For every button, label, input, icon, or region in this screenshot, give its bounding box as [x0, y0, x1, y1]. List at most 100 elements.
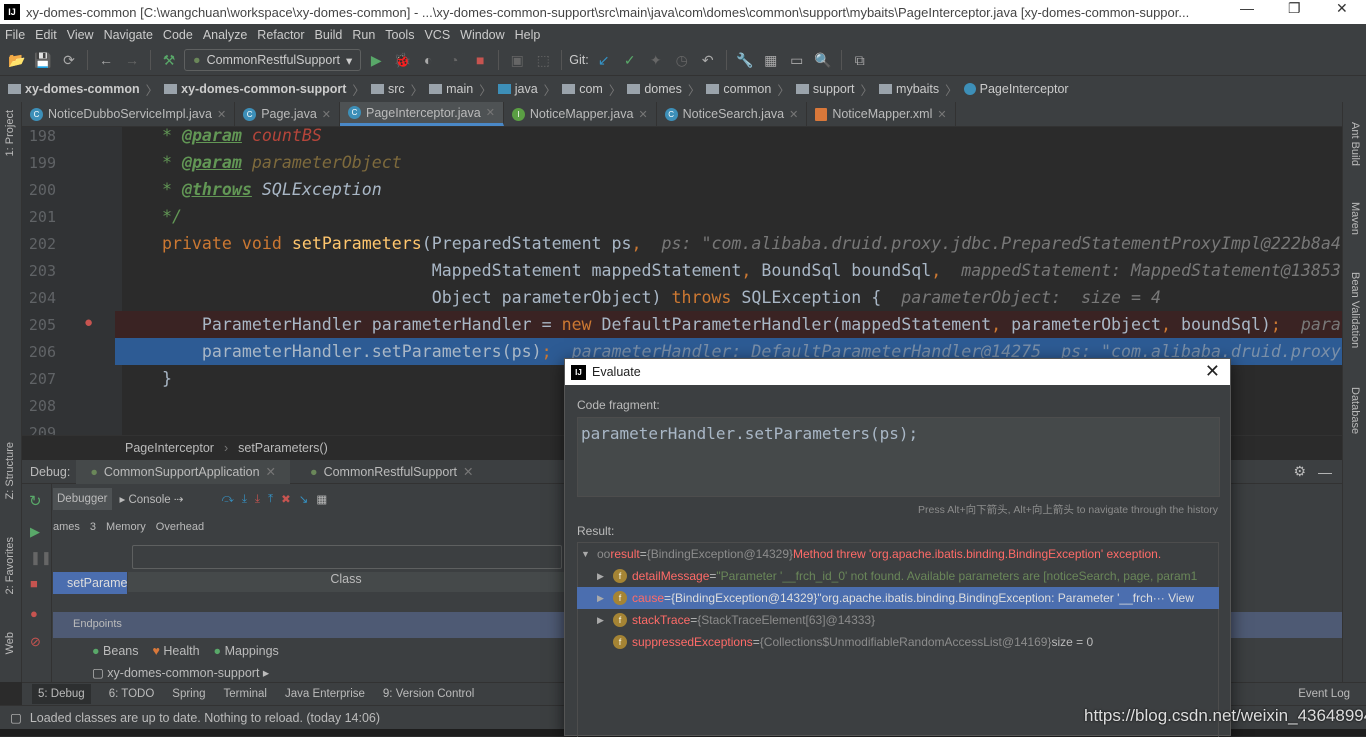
tab-page-java[interactable]: C Page.java ✕: [235, 102, 341, 126]
git-commit-icon[interactable]: ✓: [619, 49, 641, 71]
code-line[interactable]: Object parameterObject) throws SQLExcept…: [122, 284, 1342, 311]
debug-session-tab[interactable]: ● CommonSupportApplication ✕: [76, 459, 290, 484]
tool-spring[interactable]: Spring: [172, 688, 205, 700]
tab-noticesearch-java[interactable]: C NoticeSearch.java ✕: [657, 102, 808, 126]
class-column-header[interactable]: Class: [128, 572, 564, 592]
debug-icon[interactable]: 🐞: [391, 49, 413, 71]
menu-run[interactable]: Run: [347, 28, 380, 42]
evaluate-icon[interactable]: ▦: [316, 492, 327, 506]
step-into-icon[interactable]: ⤓: [242, 493, 247, 506]
coverage-icon[interactable]: ◐: [417, 49, 439, 71]
attach-icon[interactable]: ▣: [506, 49, 528, 71]
tool-todo[interactable]: 6: TODO: [109, 688, 155, 700]
run-icon[interactable]: ▶: [365, 49, 387, 71]
stop-icon[interactable]: ■: [469, 49, 491, 71]
tool-favorites[interactable]: 2: Favorites: [4, 537, 16, 594]
stop-icon[interactable]: ■: [30, 576, 38, 591]
breadcrumb-item[interactable]: mybaits: [879, 82, 939, 96]
tool-bean-validation[interactable]: Bean Validation: [1349, 272, 1361, 348]
tab-pageinterceptor-java[interactable]: C PageInterceptor.java ✕: [340, 102, 504, 126]
menu-navigate[interactable]: Navigate: [99, 28, 158, 42]
forward-icon[interactable]: →: [121, 49, 143, 71]
result-row[interactable]: ▶ f detailMessage = "Parameter '__frch_id_…: [577, 565, 1219, 587]
tab-memory[interactable]: Memory: [106, 521, 146, 533]
collapsed-arrow-icon[interactable]: ▶: [597, 571, 613, 582]
result-row[interactable]: ▼ oo result = {BindingException@14329} Me…: [577, 543, 1219, 565]
revert-icon[interactable]: ↶: [697, 49, 719, 71]
menu-analyze[interactable]: Analyze: [198, 28, 252, 42]
git-push-icon[interactable]: ✦: [645, 49, 667, 71]
history-icon[interactable]: ◷: [671, 49, 693, 71]
crumb-class[interactable]: PageInterceptor: [125, 441, 214, 455]
pause-icon[interactable]: ❚❚: [30, 550, 52, 566]
view-breakpoints-icon[interactable]: ●: [30, 606, 38, 621]
breadcrumb-item[interactable]: PageInterceptor: [963, 82, 1069, 96]
breadcrumb-item[interactable]: xy-domes-common-support: [164, 82, 346, 96]
breakpoint-icon[interactable]: ●: [84, 314, 93, 331]
tab-overhead[interactable]: Overhead: [156, 521, 204, 533]
project-structure-icon[interactable]: ▦: [760, 49, 782, 71]
back-icon[interactable]: ←: [95, 49, 117, 71]
tool-project[interactable]: 1: Project: [4, 110, 16, 156]
force-step-into-icon[interactable]: ⤓: [255, 493, 260, 506]
gear-icon[interactable]: ⚙: [1293, 463, 1306, 480]
close-icon[interactable]: ✕: [1205, 361, 1220, 382]
crumb-method[interactable]: setParameters(): [238, 441, 328, 455]
tab-debugger[interactable]: Debugger: [53, 488, 112, 510]
tool-debug[interactable]: 5: Debug: [32, 684, 91, 704]
profile-icon[interactable]: ◔: [443, 49, 465, 71]
sync-icon[interactable]: ⟳: [58, 49, 80, 71]
code-line[interactable]: * @param parameterObject: [122, 149, 1342, 176]
save-icon[interactable]: 💾: [32, 49, 54, 71]
tool-maven[interactable]: Maven: [1349, 202, 1361, 235]
run-configuration-select[interactable]: ● CommonRestfulSupport ▾: [184, 49, 362, 71]
tab-noticemapper-xml[interactable]: NoticeMapper.xml ✕: [807, 102, 956, 126]
code-line[interactable]: * @param countBS: [122, 127, 1342, 149]
frame-item[interactable]: setParame: [53, 572, 127, 594]
tool-database[interactable]: Database: [1349, 387, 1361, 434]
git-update-icon[interactable]: ↙: [593, 49, 615, 71]
restore-button[interactable]: ❐: [1288, 0, 1301, 17]
search-icon[interactable]: 🔍: [812, 49, 834, 71]
step-out-icon[interactable]: ⤒: [268, 493, 273, 506]
code-line[interactable]: * @throws SQLException: [122, 176, 1342, 203]
module-selector[interactable]: ▢ xy-domes-common-support ▸: [92, 665, 269, 680]
breadcrumb-item[interactable]: xy-domes-common: [8, 82, 140, 96]
minimize-button[interactable]: —: [1240, 0, 1254, 16]
tab-frames[interactable]: ames: [53, 521, 80, 533]
tool-version-control[interactable]: 9: Version Control: [383, 688, 474, 700]
close-tab-icon[interactable]: ✕: [217, 108, 226, 121]
mute-breakpoints-icon[interactable]: ⊘: [30, 634, 41, 650]
minimize-panel-icon[interactable]: —: [1318, 464, 1332, 480]
tasks-icon[interactable]: ⧉: [849, 49, 871, 71]
close-tab-icon[interactable]: ✕: [638, 108, 647, 121]
breadcrumb-item[interactable]: support: [795, 82, 855, 96]
tab-noticemapper-java[interactable]: I NoticeMapper.java ✕: [504, 102, 657, 126]
result-row[interactable]: ▶ f stackTrace = {StackTraceElement[63]@14…: [577, 609, 1219, 631]
result-row[interactable]: ▶ f cause = {BindingException@14329} "org.…: [577, 587, 1219, 609]
close-window-button[interactable]: ✕: [1336, 0, 1348, 17]
code-line[interactable]: private void setParameters(PreparedState…: [122, 230, 1342, 257]
tab-health[interactable]: ♥ Health: [153, 644, 200, 658]
expanded-arrow-icon[interactable]: ▼: [581, 549, 597, 559]
memory-search-input[interactable]: [132, 545, 562, 569]
threads-count[interactable]: 3: [90, 521, 96, 533]
menu-refactor[interactable]: Refactor: [252, 28, 309, 42]
menu-build[interactable]: Build: [310, 28, 348, 42]
breadcrumb-item[interactable]: common: [706, 82, 771, 96]
close-tab-icon[interactable]: ✕: [322, 108, 331, 121]
tab-beans[interactable]: ● Beans: [92, 644, 139, 658]
tab-noticedubboserviceimpl-java[interactable]: C NoticeDubboServiceImpl.java ✕: [22, 102, 236, 126]
code-line[interactable]: ParameterHandler parameterHandler = new …: [122, 311, 1342, 338]
breadcrumb-item[interactable]: src: [370, 82, 405, 96]
tool-web[interactable]: Web: [4, 632, 16, 654]
open-icon[interactable]: 📂: [6, 49, 28, 71]
code-line[interactable]: */: [122, 203, 1342, 230]
menu-file[interactable]: File: [0, 28, 30, 42]
run-to-cursor-icon[interactable]: ↘: [299, 492, 309, 506]
breadcrumb-item[interactable]: domes: [627, 82, 682, 96]
menu-view[interactable]: View: [62, 28, 99, 42]
debug-session-tab[interactable]: ● CommonRestfulSupport ✕: [296, 460, 487, 484]
terminal-icon[interactable]: ▭: [786, 49, 808, 71]
tool-ant-build[interactable]: Ant Build: [1349, 122, 1361, 166]
